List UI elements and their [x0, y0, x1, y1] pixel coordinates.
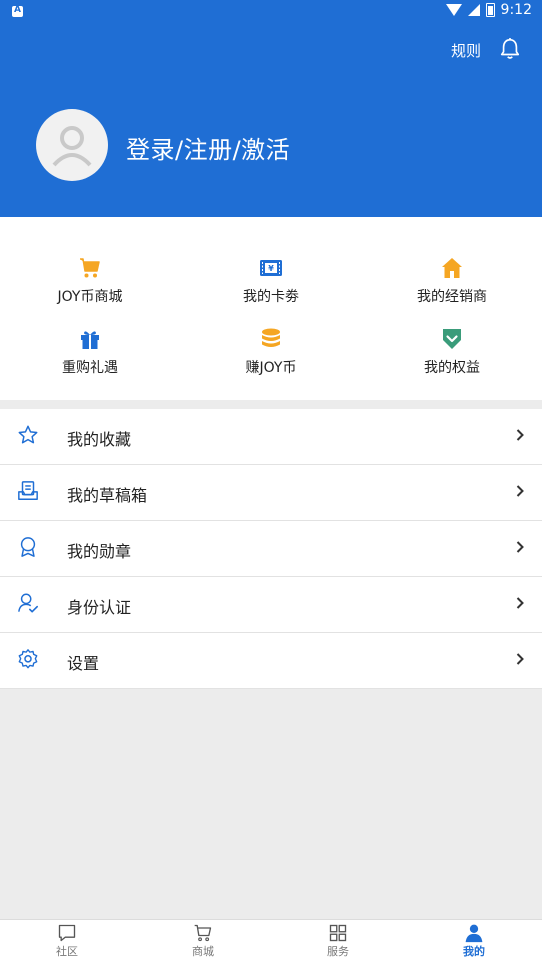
medal-icon	[20, 537, 36, 557]
chevron-right-icon	[516, 597, 524, 609]
grid-label: 我的经销商	[417, 289, 487, 305]
grid-item-my-dealer[interactable]: 我的经销商	[362, 256, 542, 306]
menu-item-identity-verification[interactable]: 身份认证	[0, 577, 542, 633]
notification-icon	[12, 5, 23, 17]
menu-list: 我的收藏 我的草稿箱 我的勋章 身份认证 设置	[0, 409, 542, 689]
feature-grid: JOY币商城 ¥ 我的卡劵 我的经销商 重购礼遇 赚JOY币 我的权益	[0, 217, 542, 400]
default-avatar-icon	[52, 126, 92, 167]
house-icon	[442, 258, 462, 278]
menu-item-settings[interactable]: 设置	[0, 633, 542, 689]
cart-outline-icon	[194, 924, 212, 942]
tab-label: 商城	[192, 945, 214, 958]
rules-link[interactable]: 规则	[451, 40, 481, 61]
tab-label: 服务	[327, 945, 349, 958]
bottom-tab-bar: 社区 商城 服务 我的	[0, 919, 542, 965]
coins-icon	[262, 328, 280, 347]
person-icon	[465, 924, 483, 943]
grid-item-my-coupons[interactable]: ¥ 我的卡劵	[181, 256, 361, 306]
login-register-link[interactable]: 登录/注册/激活	[126, 130, 290, 165]
user-verify-icon	[18, 593, 38, 613]
shield-check-icon	[443, 329, 461, 349]
grid-icon	[329, 924, 347, 942]
wifi-icon	[445, 4, 462, 16]
signal-icon	[467, 4, 480, 16]
menu-label: 我的勋章	[67, 542, 132, 561]
menu-label: 我的收藏	[67, 430, 132, 449]
menu-label: 设置	[67, 654, 100, 673]
chevron-right-icon	[516, 653, 524, 665]
avatar[interactable]	[36, 109, 108, 181]
grid-label: 我的卡劵	[243, 289, 299, 305]
status-time: 9:12	[500, 2, 532, 18]
tab-label: 我的	[463, 945, 485, 958]
gift-icon	[81, 331, 99, 349]
tab-community[interactable]: 社区	[17, 920, 117, 959]
chat-icon	[58, 924, 76, 942]
chevron-right-icon	[516, 429, 524, 441]
menu-label: 身份认证	[67, 598, 132, 617]
tab-mine[interactable]: 我的	[424, 920, 524, 959]
menu-label: 我的草稿箱	[67, 486, 148, 505]
status-bar: 9:12	[0, 0, 542, 24]
battery-icon	[485, 3, 495, 17]
grid-label: 赚JOY币	[245, 360, 297, 376]
svg-text:¥: ¥	[268, 264, 274, 273]
star-icon	[18, 425, 38, 444]
profile-header: 9:12 规则 登录/注册/激活	[0, 0, 542, 217]
menu-item-drafts[interactable]: 我的草稿箱	[0, 465, 542, 521]
grid-item-repurchase-gift[interactable]: 重购礼遇	[0, 327, 180, 377]
ticket-icon: ¥	[260, 260, 282, 276]
tab-label: 社区	[56, 945, 78, 958]
grid-label: 我的权益	[424, 360, 480, 376]
grid-item-joy-mall[interactable]: JOY币商城	[0, 256, 180, 306]
menu-item-favorites[interactable]: 我的收藏	[0, 409, 542, 465]
chevron-right-icon	[516, 541, 524, 553]
menu-item-medals[interactable]: 我的勋章	[0, 521, 542, 577]
bell-icon[interactable]	[499, 36, 521, 62]
tab-mall[interactable]: 商城	[153, 920, 253, 959]
chevron-right-icon	[516, 485, 524, 497]
grid-item-my-benefits[interactable]: 我的权益	[362, 327, 542, 377]
gear-icon	[18, 649, 38, 669]
grid-label: JOY币商城	[57, 289, 123, 305]
tab-services[interactable]: 服务	[288, 920, 388, 959]
draft-icon	[18, 481, 38, 500]
cart-icon	[80, 258, 100, 278]
grid-label: 重购礼遇	[62, 360, 118, 376]
grid-item-earn-joy-coins[interactable]: 赚JOY币	[181, 327, 361, 377]
